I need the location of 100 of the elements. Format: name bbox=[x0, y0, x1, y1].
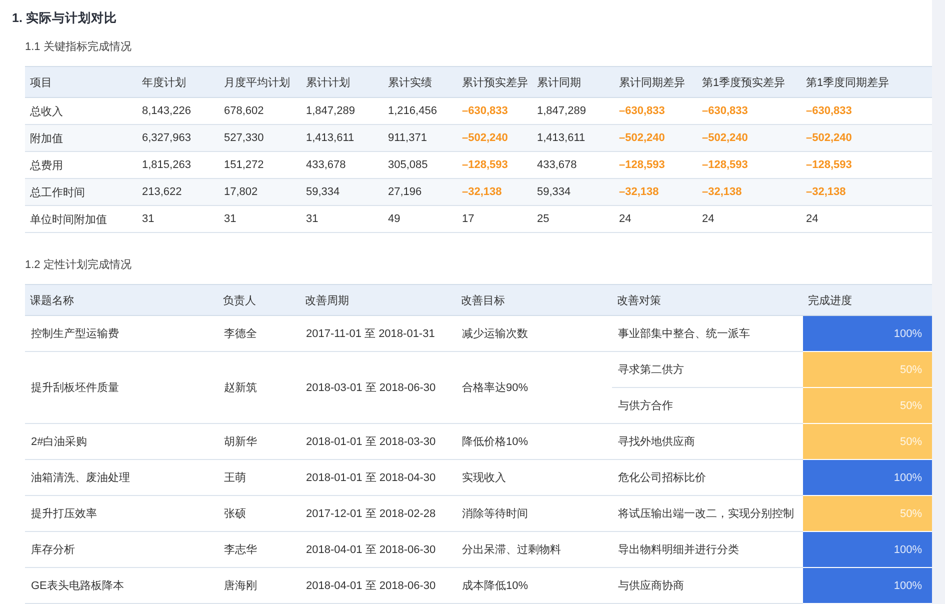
column-header: 改善目标 bbox=[456, 284, 612, 316]
table-cell: 59,334 bbox=[532, 178, 614, 206]
column-header: 第1季度预实差异 bbox=[697, 66, 801, 98]
table-cell: 单位时间附加值 bbox=[25, 206, 137, 232]
table-cell: 2017-12-01 至 2018-02-28 bbox=[300, 496, 456, 532]
column-header: 累计同期差异 bbox=[614, 66, 697, 98]
column-header: 累计预实差异 bbox=[457, 66, 532, 98]
table-cell: 张硕 bbox=[218, 496, 300, 532]
table-cell: 1,413,611 bbox=[532, 124, 614, 152]
table-cell: 1,847,289 bbox=[532, 98, 614, 124]
table-cell: 31 bbox=[301, 206, 383, 232]
column-header: 月度平均计划 bbox=[219, 66, 301, 98]
table-cell: 2#白油采购 bbox=[25, 424, 218, 460]
table-cell: 降低价格10% bbox=[456, 424, 612, 460]
table-cell: 6,327,963 bbox=[137, 124, 219, 152]
table-cell: 678,602 bbox=[219, 98, 301, 124]
progress-cell: 100% bbox=[803, 316, 932, 352]
table-cell: 213,622 bbox=[137, 178, 219, 206]
column-header: 第1季度同期差异 bbox=[801, 66, 932, 98]
table-cell: 2018-01-01 至 2018-04-30 bbox=[300, 460, 456, 496]
column-header: 改善周期 bbox=[300, 284, 456, 316]
column-header: 年度计划 bbox=[137, 66, 219, 98]
table-cell: –630,833 bbox=[697, 98, 801, 124]
table-cell: 49 bbox=[383, 206, 457, 232]
table-cell: 2018-04-01 至 2018-06-30 bbox=[300, 532, 456, 568]
table-cell: –32,138 bbox=[457, 178, 532, 206]
progress-cell: 100% bbox=[803, 460, 932, 496]
table-cell: –502,240 bbox=[697, 124, 801, 152]
subsection-heading: 1.1 关键指标完成情况 bbox=[24, 40, 132, 54]
table-cell: 911,371 bbox=[383, 124, 457, 152]
column-header: 累计同期 bbox=[532, 66, 614, 98]
progress-cell: 50% bbox=[803, 352, 932, 388]
table-cell: 唐海刚 bbox=[218, 568, 300, 604]
column-header: 累计计划 bbox=[301, 66, 383, 98]
column-header: 负责人 bbox=[218, 284, 300, 316]
table-cell: 附加值 bbox=[25, 124, 137, 152]
table-cell: –128,593 bbox=[614, 152, 697, 178]
table-cell: –32,138 bbox=[614, 178, 697, 206]
section-heading: 1. 实际与计划对比 bbox=[11, 10, 118, 27]
column-header: 改善对策 bbox=[612, 284, 803, 316]
table-cell: 433,678 bbox=[301, 152, 383, 178]
progress-cell: 50% bbox=[803, 496, 932, 532]
table-cell: 1,216,456 bbox=[383, 98, 457, 124]
table-cell: 李志华 bbox=[218, 532, 300, 568]
table-cell: 8,143,226 bbox=[137, 98, 219, 124]
table-cell: 李德全 bbox=[218, 316, 300, 352]
table-cell: 减少运输次数 bbox=[456, 316, 612, 352]
table-cell: –502,240 bbox=[614, 124, 697, 152]
table-cell: –502,240 bbox=[801, 124, 932, 152]
table-cell: 消除等待时间 bbox=[456, 496, 612, 532]
table-cell: 2018-01-01 至 2018-03-30 bbox=[300, 424, 456, 460]
subsection-heading: 1.2 定性计划完成情况 bbox=[24, 258, 132, 272]
table-cell: 实现收入 bbox=[456, 460, 612, 496]
table-cell: 1,815,263 bbox=[137, 152, 219, 178]
table-cell: 305,085 bbox=[383, 152, 457, 178]
column-header: 完成进度 bbox=[803, 284, 932, 316]
table-cell: –128,593 bbox=[697, 152, 801, 178]
table-cell: 2017-11-01 至 2018-01-31 bbox=[300, 316, 456, 352]
table-cell: 库存分析 bbox=[25, 532, 218, 568]
table-cell: 油箱清洗、废油处理 bbox=[25, 460, 218, 496]
table-cell: 1,413,611 bbox=[301, 124, 383, 152]
table-cell: 1,847,289 bbox=[301, 98, 383, 124]
table-cell: 总收入 bbox=[25, 98, 137, 124]
progress-cell: 100% bbox=[803, 568, 932, 604]
table-cell: 31 bbox=[137, 206, 219, 232]
table-cell: 胡新华 bbox=[218, 424, 300, 460]
table-cell: –32,138 bbox=[801, 178, 932, 206]
table-cell: GE表头电路板降本 bbox=[25, 568, 218, 604]
table-cell: –128,593 bbox=[801, 152, 932, 178]
table-cell: –630,833 bbox=[457, 98, 532, 124]
table-cell: 总费用 bbox=[25, 152, 137, 178]
progress-cell: 100% bbox=[803, 532, 932, 568]
table-cell: –32,138 bbox=[697, 178, 801, 206]
table-cell: 17 bbox=[457, 206, 532, 232]
table-cell: 24 bbox=[614, 206, 697, 232]
table-cell: 27,196 bbox=[383, 178, 457, 206]
table-cell: 合格率达90% bbox=[456, 352, 612, 424]
table-cell: 17,802 bbox=[219, 178, 301, 206]
table-cell: 成本降低10% bbox=[456, 568, 612, 604]
table-cell: 2018-04-01 至 2018-06-30 bbox=[300, 568, 456, 604]
table-cell: –128,593 bbox=[457, 152, 532, 178]
table-cell: 王萌 bbox=[218, 460, 300, 496]
table-cell: 59,334 bbox=[301, 178, 383, 206]
table-cell: 控制生产型运输费 bbox=[25, 316, 218, 352]
column-header: 项目 bbox=[25, 66, 137, 98]
progress-cell: 50% bbox=[803, 424, 932, 460]
table-cell: –630,833 bbox=[614, 98, 697, 124]
table-cell: 527,330 bbox=[219, 124, 301, 152]
table-cell: 151,272 bbox=[219, 152, 301, 178]
table-cell: 24 bbox=[801, 206, 932, 232]
table-cell: 31 bbox=[219, 206, 301, 232]
table-cell: –630,833 bbox=[801, 98, 932, 124]
table-cell: 25 bbox=[532, 206, 614, 232]
table-cell: 433,678 bbox=[532, 152, 614, 178]
column-header: 累计实绩 bbox=[383, 66, 457, 98]
table-cell: 提升刮板坯件质量 bbox=[25, 352, 218, 424]
table-cell: 分出呆滞、过剩物料 bbox=[456, 532, 612, 568]
table-cell: 2018-03-01 至 2018-06-30 bbox=[300, 352, 456, 424]
table-cell: 提升打压效率 bbox=[25, 496, 218, 532]
table-cell: –502,240 bbox=[457, 124, 532, 152]
